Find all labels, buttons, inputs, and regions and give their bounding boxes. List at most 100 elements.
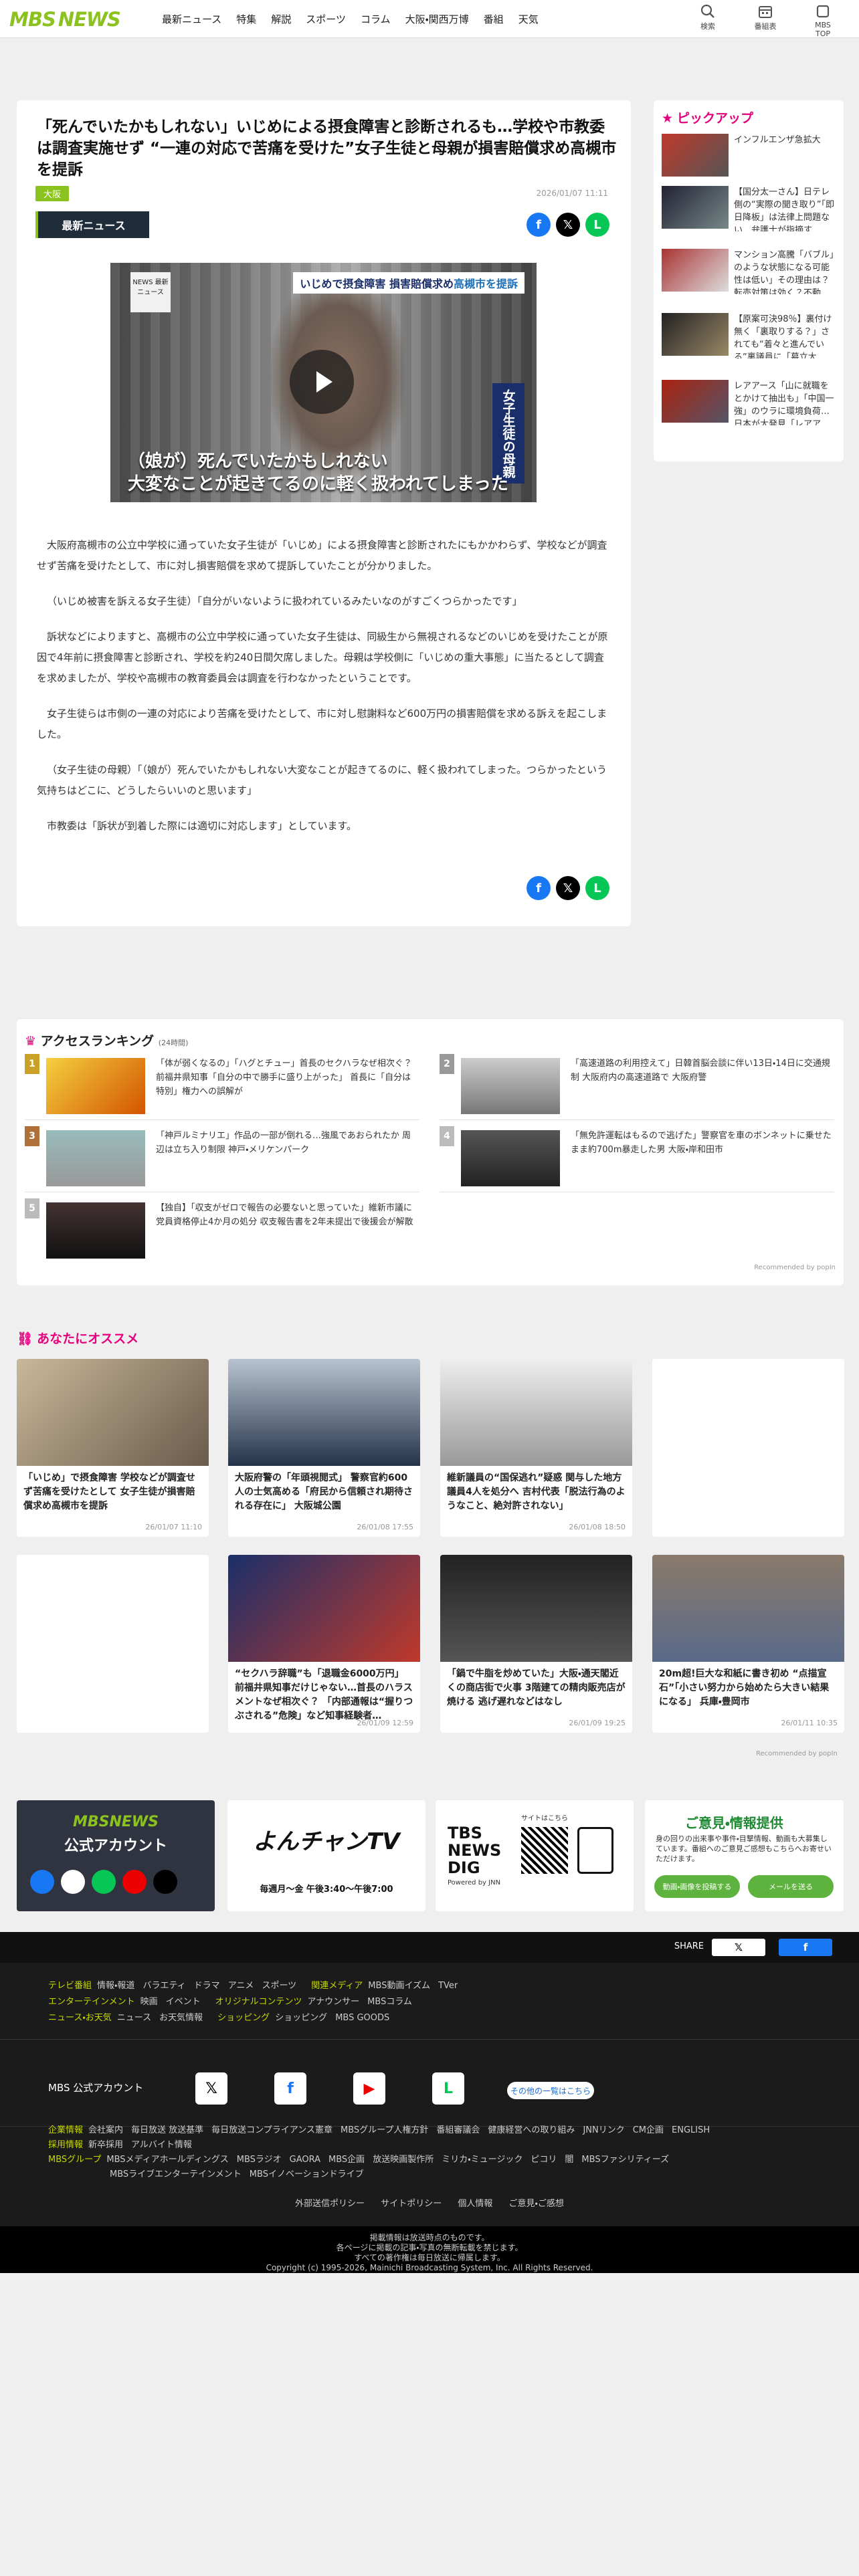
ranking-thumbnail (461, 1058, 560, 1114)
latest-news-label[interactable]: 最新ニュース (35, 211, 149, 238)
x-share-icon[interactable]: 𝕏 (556, 876, 580, 900)
ranking-item[interactable]: 1 「体が弱くなるの」「ハグとチュー」首長のセクハラなぜ相次ぐ？前福井県知事「自… (25, 1054, 419, 1115)
card-thumbnail (652, 1555, 844, 1662)
nav-latest[interactable]: 最新ニュース (162, 12, 221, 26)
nav-explain[interactable]: 解説 (271, 12, 291, 26)
card-thumbnail (228, 1359, 420, 1466)
policy-link[interactable]: サイトポリシー (381, 2199, 442, 2209)
card-thumbnail (440, 1555, 632, 1662)
footer-corp-1: 企業情報 会社案内 毎日放送 放送基準 毎日放送コンプライアンス憲章 MBSグループ人権… (48, 2125, 710, 2135)
copyright: 掲載情報は放送時点のものです。 各ページに掲載の記事・写真の無断転載を禁じます。… (0, 2226, 859, 2273)
line-share-icon[interactable]: L (585, 213, 609, 237)
footer-corp-3: MBSグループ MBSメディアホールディングス MBSラジオ GAORA MBS企画 放送… (48, 2155, 670, 2165)
site-footer: SHARE 𝕏 f テレビ番組 情報・報道 バラエティ ドラマ アニメ スポーツ 関連メディ… (0, 1932, 859, 2273)
pickup-item[interactable]: インフルエンザ急拡大 (662, 134, 837, 179)
recommend-card[interactable]: 「いじめ」で摂食障害 学校などが調査せず苦痛を受けたとして 女子生徒が損害賠償求… (17, 1359, 209, 1537)
footer-corp-2: 採用情報 新卒採用 アルバイト情報 (48, 2140, 192, 2150)
ranking-item[interactable]: 4 「無免許運転はもるので逃げた」警察官を車のボンネットに乗せたまま約700m暴… (440, 1126, 834, 1188)
pickup-item[interactable]: 【原案可決98％】裏付け無く「裏取りする？」されても“着々と進んでいる”裏議員に… (662, 313, 837, 358)
video-player[interactable]: NEWS 最新ニュース いじめで摂食障害 損害賠償求め高槻市を提訴 女子生徒の母… (110, 263, 537, 502)
smartphone-icon (577, 1827, 613, 1874)
x-share-icon[interactable]: 𝕏 (712, 1939, 765, 1956)
share-buttons-bottom: f 𝕏 L (527, 876, 609, 900)
recommend-title: ⛓ あなたにオススメ (17, 1331, 139, 1346)
youtube-icon (122, 1870, 147, 1894)
recommend-card[interactable]: 「鍋で牛脂を炒めていた」大阪・通天閣近くの商店街で火事 3階建ての精肉販売店が焼… (440, 1555, 632, 1733)
x-share-icon[interactable]: 𝕏 (556, 213, 580, 237)
paragraph: 訴状などによりますと、高槻市の公立中学校に通っていた女子生徒は、同級生から無視さ… (37, 631, 608, 684)
site-header: MBS NEWS 最新ニュース 特集 解説 スポーツ コラム 大阪・関西万博 番組… (0, 0, 859, 38)
policy-link[interactable]: 外部送信ポリシー (295, 2199, 365, 2209)
ranking-item[interactable]: 3 「神戸ルミナリエ」作品の一部が倒れる…強風であおられたか 周辺は立ち入り制限… (25, 1126, 419, 1188)
ranking-item[interactable]: 2 「高速道路の利用控えて」日韓首脳会談に伴い13日・14日に交通規制 大阪府内… (440, 1054, 834, 1115)
opinion-banner[interactable]: ご意見・情報提供 身の回りの出来事や事件・目撃情報、動画も大募集しています。番組… (645, 1800, 844, 1911)
news-logo: NEWS 最新ニュース (130, 272, 171, 312)
play-icon[interactable] (290, 350, 354, 414)
main-nav: 最新ニュース 特集 解説 スポーツ コラム 大阪・関西万博 番組 天気 (162, 0, 553, 38)
prefecture-tag[interactable]: 大阪 (35, 186, 70, 201)
mbs-official-account-banner[interactable]: MBSNEWS 公式アカウント (17, 1800, 215, 1911)
article-date: 2026/01/07 11:11 (536, 189, 608, 198)
other-accounts-link[interactable]: その他の一覧はこちら (507, 2082, 594, 2099)
nav-weather[interactable]: 天気 (518, 12, 539, 26)
mbs-top-icon (816, 5, 830, 18)
send-mail-button[interactable]: メールを送る (748, 1875, 834, 1898)
footer-links-3: ニュース・お天気 ニュース お天気情報 ショッピング ショッピング MBS GOODS (48, 2013, 390, 2023)
pickup-item[interactable]: レアアース「山に就職をとかけて抽出も」「中国一強」のウラに環境負荷…日本が大発見… (662, 380, 837, 425)
nav-programs[interactable]: 番組 (484, 12, 504, 26)
share-buttons-top: f 𝕏 L (527, 213, 609, 237)
header-mbs-top[interactable]: MBS TOP (807, 4, 839, 38)
x-icon[interactable]: 𝕏 (195, 2072, 227, 2105)
article-body: 大阪府高槻市の公立中学校に通っていた女子生徒が「いじめ」による摂食障害と診断され… (37, 535, 612, 851)
line-icon[interactable]: L (432, 2072, 464, 2105)
paragraph: 大阪府高槻市の公立中学校に通っていた女子生徒が「いじめ」による摂食障害と診断され… (37, 539, 607, 572)
nav-column[interactable]: コラム (361, 12, 391, 26)
pickup-thumbnail (662, 249, 729, 292)
paragraph: 市教委は「訴状が到着した際には適切に対応します」としています。 (47, 820, 357, 832)
facebook-icon[interactable]: f (274, 2072, 306, 2105)
line-share-icon[interactable]: L (585, 876, 609, 900)
card-thumbnail (440, 1359, 632, 1466)
paragraph: （いじめ被害を訴える女子生徒）「自分がいないように扱われているみたいなのがすごく… (47, 595, 522, 607)
popin-credit[interactable]: Recommended by popIn (756, 1750, 851, 1757)
recommend-card[interactable]: 20m超!巨大な和紙に書き初め “点描宣石”「小さい努力から始めたら大きい結果に… (652, 1555, 844, 1733)
line-icon (92, 1870, 116, 1894)
nav-expo[interactable]: 大阪・関西万博 (405, 12, 469, 26)
pickup-title: ★ ピックアップ (662, 111, 754, 126)
policy-link[interactable]: ご意見・ご感想 (509, 2199, 564, 2209)
card-thumbnail (228, 1555, 420, 1662)
yonchan-tv-banner[interactable]: よんチャンTV 毎週月～金 午後3:40～午後7:00 (227, 1800, 425, 1911)
facebook-share-icon[interactable]: f (527, 213, 551, 237)
header-search[interactable]: 検索 (692, 4, 724, 38)
pickup-item[interactable]: マンション高騰「バブル」のような状態になる可能性は低い」その理由は？ 転売対策は… (662, 249, 837, 294)
facebook-share-icon[interactable]: f (527, 876, 551, 900)
access-ranking: ♛ アクセスランキング (24時間) 1 「体が弱くなるの」「ハグとチュー」首長… (17, 1019, 844, 1285)
pickup-thumbnail (662, 380, 729, 423)
nav-feature[interactable]: 特集 (236, 12, 256, 26)
search-icon (700, 4, 714, 18)
footer-links-1: テレビ番組 情報・報道 バラエティ ドラマ アニメ スポーツ 関連メディア MBS動画イズム T… (48, 1981, 458, 1991)
calendar-icon (759, 6, 772, 18)
policy-link[interactable]: 個人情報 (458, 2199, 492, 2209)
site-logo[interactable]: MBS NEWS (9, 8, 121, 31)
post-media-button[interactable]: 動画・画像を投稿する (654, 1875, 740, 1898)
nav-sports[interactable]: スポーツ (306, 12, 346, 26)
article-title: 「死んでいたかもしれない」いじめによる摂食障害と診断されるも…学校や市教委は調査… (37, 118, 617, 179)
footer-corp-4: MBSライブエンターテインメント MBSイノベーションドライブ (110, 2169, 364, 2179)
popin-credit[interactable]: Recommended by popIn (754, 1264, 836, 1271)
ranking-item[interactable]: 5 【独自】「収支がゼロで報告の必要ないと思っていた」維新市議に党員資格停止4か… (25, 1198, 419, 1260)
ranking-thumbnail (461, 1130, 560, 1186)
recommend-card[interactable]: 維新議員の“国保逃れ”疑惑 関与した地方議員4人を処分へ 吉村代表「脱法行為のよ… (440, 1359, 632, 1537)
ranking-thumbnail (46, 1130, 145, 1186)
recommend-card[interactable]: 大阪府警の「年頭視閲式」 警察官約600人の士気高める「府民から信頼され期待され… (228, 1359, 420, 1537)
facebook-share-icon[interactable]: f (779, 1939, 832, 1956)
youtube-icon[interactable]: ▶ (353, 2072, 385, 2105)
recommend-card-empty (17, 1555, 209, 1733)
pickup-sidebar: ★ ピックアップ インフルエンザ急拡大 【国分太一さん】日テレ側の“実際の聞き取り… (654, 100, 844, 461)
pickup-item[interactable]: 【国分太一さん】日テレ側の“実際の聞き取り”「即日降板」は法律上問題ない…弁護士… (662, 186, 837, 231)
qr-code (521, 1827, 568, 1874)
tbs-news-dig-banner[interactable]: TBS NEWS DIG Powered by JNN サイトはこちら (436, 1800, 634, 1911)
header-schedule[interactable]: 番組表 (749, 4, 781, 38)
video-subtitle: （娘が）死んでいたかもしれない 大変なことが起きてるのに軽く扱われてしまった (128, 451, 508, 494)
recommend-card[interactable]: “セクハラ辞職”も「退職金6000万円」 前福井県知事だけじゃない…首長のハラス… (228, 1555, 420, 1733)
